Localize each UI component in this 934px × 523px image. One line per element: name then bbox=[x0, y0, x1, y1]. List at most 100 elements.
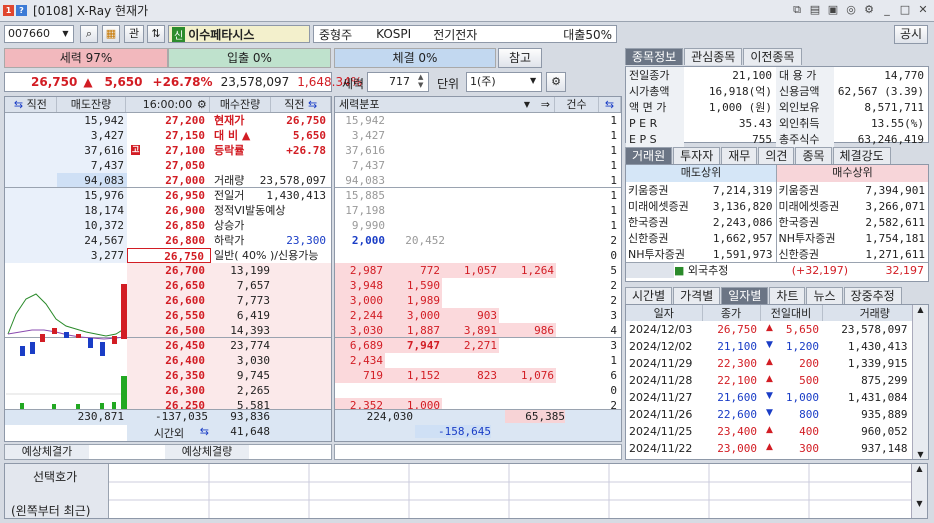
ask-row[interactable]: 94,083 27,000 거래량 23,578,097 bbox=[5, 173, 331, 188]
daily-row[interactable]: 2024/11/28 22,100 ▲ 500 875,299 bbox=[626, 372, 928, 389]
window-badge-1[interactable]: 1 bbox=[3, 5, 14, 16]
ask-price[interactable]: 26,900 bbox=[127, 203, 211, 218]
toggle2-icon[interactable]: ⇆ bbox=[308, 98, 317, 111]
minimize-icon[interactable]: _ bbox=[880, 3, 894, 17]
daily-row[interactable]: 2024/12/02 21,100 ▼ 1,200 1,430,413 bbox=[626, 338, 928, 355]
tab-daily_tabs-0[interactable]: 시간별 bbox=[625, 287, 673, 304]
spinner-icon[interactable]: ▲ ▼ bbox=[418, 73, 423, 89]
daily-row[interactable]: 2024/11/25 23,400 ▲ 400 960,052 bbox=[626, 423, 928, 440]
search-icon[interactable]: ⌕ bbox=[80, 25, 98, 43]
daily-row[interactable]: 2024/11/26 22,600 ▼ 800 935,889 bbox=[626, 406, 928, 423]
buy-broker[interactable]: 신한증권 bbox=[776, 246, 852, 262]
maximize-icon[interactable]: □ bbox=[898, 3, 912, 17]
ask-price[interactable]: 26,800 bbox=[127, 233, 211, 248]
settings-icon[interactable]: ⚙ bbox=[862, 3, 876, 17]
bid-price[interactable]: 26,450 bbox=[127, 338, 211, 353]
tab-broker_tabs-2[interactable]: 재무 bbox=[721, 147, 758, 164]
buy-broker[interactable]: 한국증권 bbox=[776, 214, 852, 230]
bid-price[interactable]: 26,700 bbox=[127, 263, 211, 278]
updown-icon[interactable]: ⇅ bbox=[147, 25, 165, 43]
company-name-field[interactable]: 신 이수페타시스 bbox=[168, 25, 310, 43]
ask-price[interactable]: 26,750 bbox=[127, 248, 211, 263]
daily-row[interactable]: 2024/11/29 22,300 ▲ 200 1,339,915 bbox=[626, 355, 928, 372]
ask-row[interactable]: 15,942 27,200 현재가 26,750 bbox=[5, 113, 331, 128]
buy-broker[interactable]: 미래에셋증권 bbox=[776, 198, 852, 214]
link-icon[interactable]: ⧉ bbox=[790, 3, 804, 17]
daily-scroll-up-icon[interactable]: ▲ bbox=[913, 305, 928, 314]
bid-price[interactable]: 26,500 bbox=[127, 323, 211, 337]
tab-broker_tabs-5[interactable]: 체결강도 bbox=[832, 147, 891, 164]
bid-price[interactable]: 26,650 bbox=[127, 278, 211, 293]
sell-broker[interactable]: 신한증권 bbox=[626, 230, 702, 246]
daily-scrollbar[interactable]: ▲ ▼ bbox=[912, 305, 928, 459]
selected-scrollbar[interactable]: ▲ ▼ bbox=[911, 464, 927, 518]
settings-small-icon[interactable]: ⚙ bbox=[197, 97, 207, 113]
ask-row[interactable]: 3,427 27,150 대 비 ▲ 5,650 bbox=[5, 128, 331, 143]
save-icon[interactable]: ▤ bbox=[808, 3, 822, 17]
force-dropdown-icon[interactable]: ▼ bbox=[524, 97, 530, 113]
lock-icon[interactable]: ▣ bbox=[826, 3, 840, 17]
tab-stock_tabs-1[interactable]: 관심종목 bbox=[684, 48, 743, 65]
reference-button[interactable]: 참고 bbox=[498, 48, 542, 68]
buy-broker[interactable]: 키움증권 bbox=[776, 182, 852, 198]
ask-row[interactable]: 15,976 26,950 전일거 1,430,413 bbox=[5, 188, 331, 203]
kwan-button[interactable]: 관 bbox=[124, 25, 144, 43]
ask-price[interactable]: 27,000 bbox=[127, 173, 211, 187]
ask-price[interactable]: 27,100 고 bbox=[127, 143, 211, 158]
ask-row[interactable]: 37,616 27,100 고 등락률 +26.78 bbox=[5, 143, 331, 158]
ask-price[interactable]: 27,050 bbox=[127, 158, 211, 173]
dropdown-icon[interactable]: ▼ bbox=[59, 26, 72, 42]
tab-daily_tabs-4[interactable]: 뉴스 bbox=[806, 287, 843, 304]
sell-broker[interactable]: NH투자증권 bbox=[626, 246, 702, 262]
bid-price[interactable]: 26,600 bbox=[127, 293, 211, 308]
prev2-header[interactable]: 직전 ⇆ bbox=[271, 97, 332, 112]
ask-price[interactable]: 26,850 bbox=[127, 218, 211, 233]
camera-icon[interactable]: ◎ bbox=[844, 3, 858, 17]
daily-row[interactable]: 2024/11/22 23,000 ▲ 300 937,148 bbox=[626, 440, 928, 457]
ask-price[interactable]: 27,150 bbox=[127, 128, 211, 143]
tab-broker_tabs-4[interactable]: 종목 bbox=[795, 147, 832, 164]
swap-icon[interactable]: ⇆ bbox=[200, 425, 209, 438]
sell-broker[interactable]: 미래에셋증권 bbox=[626, 198, 702, 214]
tab-daily_tabs-1[interactable]: 가격별 bbox=[673, 287, 721, 304]
gear-icon[interactable]: ⚙ bbox=[546, 72, 566, 92]
toggle3-icon[interactable]: ⇆ bbox=[599, 97, 621, 112]
bid-price[interactable]: 26,350 bbox=[127, 368, 211, 383]
bid-price[interactable]: 26,400 bbox=[127, 353, 211, 368]
tab-daily_tabs-3[interactable]: 차트 bbox=[769, 287, 806, 304]
tab-broker_tabs-3[interactable]: 의견 bbox=[758, 147, 795, 164]
ask-row[interactable]: 7,437 27,050 bbox=[5, 158, 331, 173]
daily-scroll-down-icon[interactable]: ▼ bbox=[913, 450, 928, 459]
sell-broker[interactable]: 한국증권 bbox=[626, 214, 702, 230]
close-icon[interactable]: ✕ bbox=[916, 3, 930, 17]
bid-price[interactable]: 26,300 bbox=[127, 383, 211, 398]
ask-price[interactable]: 27,200 bbox=[127, 113, 211, 128]
toggle-icon[interactable]: ⇆ bbox=[14, 98, 23, 111]
tab-broker_tabs-1[interactable]: 투자자 bbox=[673, 147, 721, 164]
prev-header[interactable]: ⇆ 직전 bbox=[5, 97, 57, 112]
daily-row[interactable]: 2024/11/27 21,600 ▼ 1,000 1,431,084 bbox=[626, 389, 928, 406]
scroll-down-icon[interactable]: ▼ bbox=[912, 499, 927, 508]
disclosure-button[interactable]: 공시 bbox=[894, 25, 928, 44]
tab-daily_tabs-5[interactable]: 장중추정 bbox=[843, 287, 902, 304]
force-header[interactable]: 세력분포 ▼ ⇒ bbox=[335, 97, 555, 112]
expect-empty bbox=[334, 444, 622, 460]
scroll-up-icon[interactable]: ▲ bbox=[912, 464, 927, 473]
arrow-right-icon[interactable]: ⇒ bbox=[541, 97, 550, 113]
bid-price[interactable]: 26,550 bbox=[127, 308, 211, 323]
tab-stock_tabs-0[interactable]: 종목정보 bbox=[625, 48, 684, 65]
daily-row[interactable]: 2024/12/03 26,750 ▲ 5,650 23,578,097 bbox=[626, 321, 928, 338]
chevron-down-icon[interactable]: ▼ bbox=[530, 76, 536, 85]
calendar-icon[interactable]: ▦ bbox=[102, 25, 120, 43]
buy-broker[interactable]: NH투자증권 bbox=[776, 230, 852, 246]
sell-broker[interactable]: 키움증권 bbox=[626, 182, 702, 198]
ask-row[interactable]: 18,174 26,900 정적VI발동예상 bbox=[5, 203, 331, 218]
tab-broker_tabs-0[interactable]: 거래원 bbox=[625, 147, 673, 164]
ask-row[interactable]: 24,567 26,800 하락가 23,300 bbox=[5, 233, 331, 248]
ask-row[interactable]: 3,277 26,750 일반( 40% )/신용가능 bbox=[5, 248, 331, 263]
tab-daily_tabs-2[interactable]: 일자별 bbox=[721, 287, 769, 304]
tab-stock_tabs-2[interactable]: 이전종목 bbox=[743, 48, 802, 65]
help-badge[interactable]: ? bbox=[16, 5, 27, 16]
ask-row[interactable]: 10,372 26,850 상승가 bbox=[5, 218, 331, 233]
ask-price[interactable]: 26,950 bbox=[127, 188, 211, 203]
